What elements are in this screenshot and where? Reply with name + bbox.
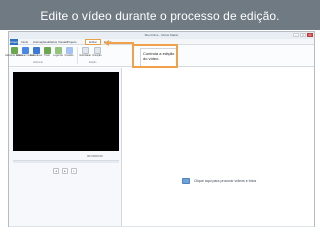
movie-maker-window: Meu Filme - Movie Maker – □ × Arquivo In… (5, 31, 315, 227)
title-icon (43, 47, 51, 54)
title-bar: Meu Filme - Movie Maker – □ × (9, 32, 314, 39)
maximize-button[interactable]: □ (300, 33, 306, 37)
button-label: Velocidade (79, 54, 91, 57)
callout-arrow-line (109, 42, 134, 44)
button-label: Instantâneo (29, 54, 43, 57)
button-label: Legenda (53, 54, 63, 57)
callout-highlight-frame (132, 44, 178, 68)
preview-pane: 00:00/00:00 ◂ ▸ ▹ (9, 68, 122, 226)
group-label-edit: Edição (89, 61, 97, 64)
caption-bar: Edite o vídeo durante o processo de ediç… (0, 0, 320, 30)
snapshot-icon (32, 47, 40, 54)
storyboard-empty-text[interactable]: Clique aqui para procurar vídeos e fotos (194, 179, 256, 183)
media-icon (182, 178, 190, 184)
group-label-add: Adicionar (33, 61, 43, 64)
title-button[interactable]: Título (43, 47, 51, 57)
previous-frame-button[interactable]: ◂ (53, 168, 59, 174)
snapshot-button[interactable]: Instantâneo (29, 47, 43, 57)
close-button[interactable]: × (307, 33, 313, 37)
playback-time: 00:00/00:00 (87, 154, 103, 158)
caption-button[interactable]: Legenda (53, 47, 63, 57)
window-title: Meu Filme - Movie Maker (144, 33, 179, 37)
status-bar (9, 226, 314, 227)
play-button[interactable]: ▸ (62, 168, 68, 174)
add-video-icon (10, 47, 18, 54)
speed-button[interactable]: Velocidade (79, 47, 91, 57)
add-music-button[interactable]: Adicionar música (16, 47, 34, 57)
button-label: Duração (92, 54, 102, 57)
callout-arrow-head (104, 40, 109, 46)
duration-button[interactable]: Duração (92, 47, 102, 57)
next-frame-button[interactable]: ▹ (71, 168, 77, 174)
window-controls: – □ × (293, 33, 313, 38)
caption-icon (54, 47, 62, 54)
minimize-button[interactable]: – (293, 33, 299, 37)
speed-icon (81, 47, 89, 54)
storyboard-pane[interactable]: Clique aqui para procurar vídeos e fotos (124, 68, 314, 226)
slide-caption: Edite o vídeo durante o processo de ediç… (40, 9, 280, 23)
seek-bar[interactable] (13, 160, 119, 163)
button-label: Título (44, 54, 50, 57)
ribbon-separator (77, 47, 78, 64)
button-label: Créditos (64, 54, 74, 57)
player-controls: ◂ ▸ ▹ (53, 168, 77, 174)
add-music-icon (21, 47, 29, 54)
credits-icon (65, 47, 73, 54)
video-preview[interactable] (13, 72, 119, 151)
duration-icon (93, 47, 101, 54)
credits-button[interactable]: Créditos (65, 47, 73, 57)
